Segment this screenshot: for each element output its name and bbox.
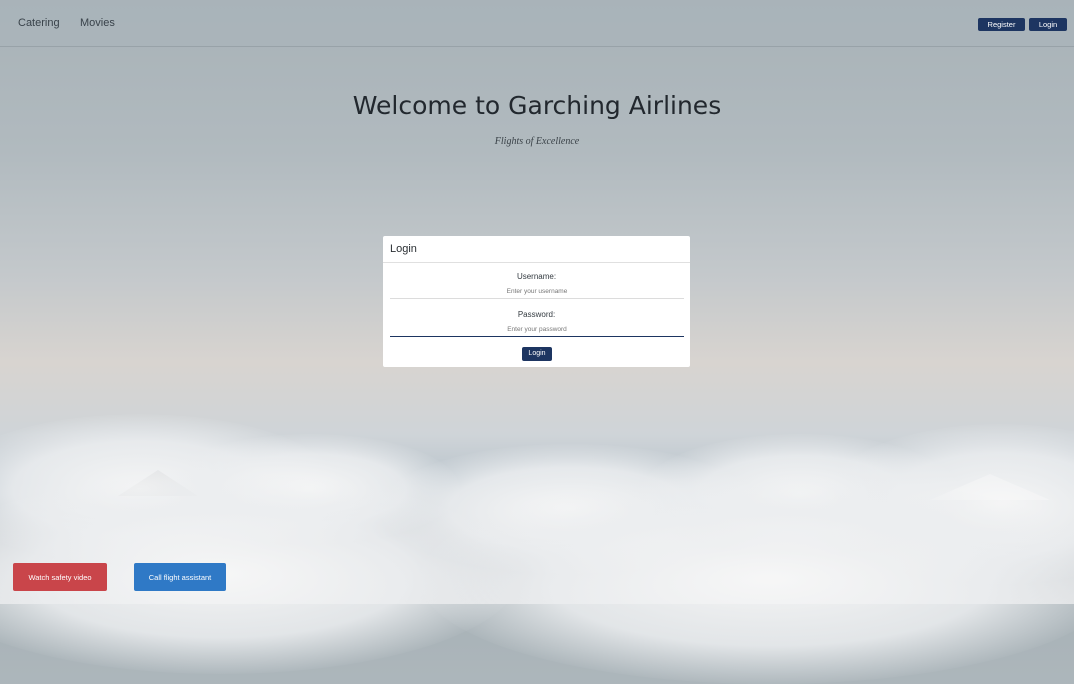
- page-title: Welcome to Garching Airlines: [352, 91, 722, 120]
- watch-safety-video-button[interactable]: Watch safety video: [13, 563, 107, 591]
- username-input[interactable]: [390, 285, 684, 297]
- nav-link-catering[interactable]: Catering: [18, 17, 60, 29]
- login-card-header: Login: [383, 236, 690, 263]
- nav-login-button[interactable]: Login: [1029, 18, 1067, 31]
- password-underline-focused: [390, 336, 684, 337]
- password-label: Password:: [517, 310, 556, 319]
- username-underline: [390, 298, 684, 299]
- username-label: Username:: [516, 272, 557, 281]
- mountain-peak: [930, 474, 1050, 500]
- password-input[interactable]: [390, 323, 684, 335]
- register-button[interactable]: Register: [978, 18, 1025, 31]
- mountain-peak: [118, 470, 198, 496]
- call-flight-assistant-button[interactable]: Call flight assistant: [134, 563, 226, 591]
- login-submit-button[interactable]: Login: [522, 347, 552, 361]
- top-navbar: Catering Movies Register Login: [0, 0, 1074, 47]
- nav-link-movies[interactable]: Movies: [80, 17, 115, 29]
- page-subtitle: Flights of Excellence: [494, 136, 580, 147]
